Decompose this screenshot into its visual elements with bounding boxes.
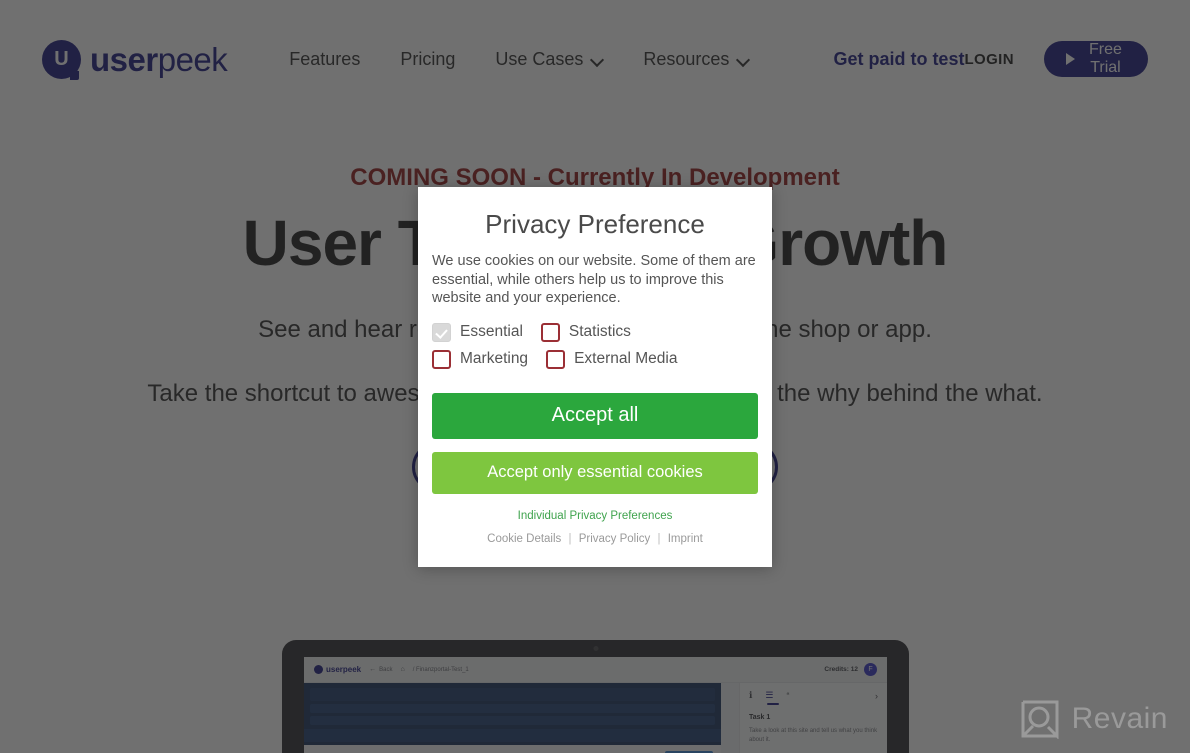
checkbox-external-media-label: External Media [574, 350, 678, 368]
checkbox-essential-label: Essential [460, 323, 523, 341]
footer-separator-1: | [568, 532, 572, 545]
revain-watermark-label: Revain [1071, 702, 1168, 735]
privacy-preference-dialog: Privacy Preference We use cookies on our… [418, 187, 772, 567]
dialog-title: Privacy Preference [485, 209, 705, 239]
checkbox-external-media[interactable]: External Media [546, 349, 678, 369]
revain-watermark: Revain [1020, 699, 1168, 739]
accept-essential-cookies-button[interactable]: Accept only essential cookies [432, 451, 758, 494]
revain-logo-icon [1021, 700, 1059, 739]
accept-all-button[interactable]: Accept all [432, 392, 758, 439]
cookie-details-link[interactable]: Cookie Details [487, 533, 561, 545]
checkbox-statistics-box[interactable] [540, 322, 560, 342]
checkbox-marketing-label: Marketing [460, 350, 529, 368]
checkbox-marketing[interactable]: Marketing [432, 349, 529, 369]
consent-checkbox-group: Essential Statistics Marketing External … [432, 322, 758, 377]
checkbox-essential-box[interactable] [432, 322, 451, 342]
footer-separator-2: | [657, 532, 661, 545]
checkbox-essential[interactable]: Essential [432, 322, 523, 342]
individual-privacy-preferences-link[interactable]: Individual Privacy Preferences [432, 510, 758, 522]
dialog-footer-links: Cookie Details | Privacy Policy | Imprin… [432, 533, 758, 545]
checkbox-statistics-label: Statistics [568, 323, 631, 341]
imprint-link[interactable]: Imprint [668, 533, 703, 545]
dialog-description: We use cookies on our website. Some of t… [432, 253, 756, 307]
page-root: U userpeek Features Pricing Use Cases Re… [0, 0, 1190, 753]
checkbox-statistics[interactable]: Statistics [540, 322, 631, 342]
checkbox-marketing-box[interactable] [432, 349, 451, 369]
privacy-policy-link[interactable]: Privacy Policy [579, 533, 651, 545]
checkbox-external-media-box[interactable] [546, 349, 566, 369]
